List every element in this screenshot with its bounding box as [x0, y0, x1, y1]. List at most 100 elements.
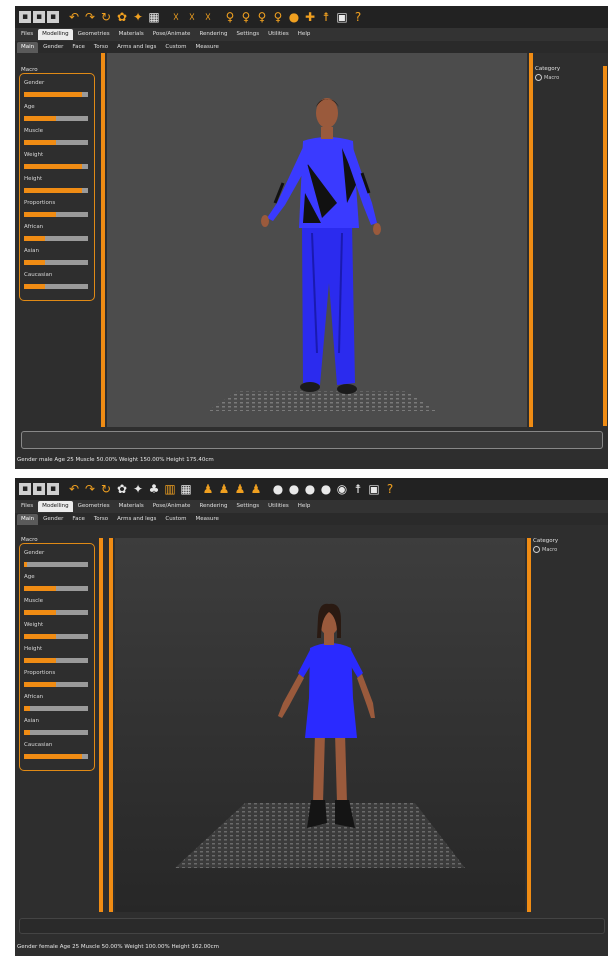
slider-track[interactable]: [24, 260, 88, 265]
slider-african[interactable]: African: [20, 222, 94, 246]
camera-top-icon[interactable]: ●: [271, 482, 285, 496]
camera-back-icon[interactable]: ♀: [223, 10, 237, 24]
globe-icon[interactable]: ◉: [335, 482, 349, 496]
background-icon[interactable]: ♣: [147, 482, 161, 496]
slider-track[interactable]: [24, 284, 88, 289]
subtab-face[interactable]: Face: [68, 42, 88, 53]
slider-gender[interactable]: Gender: [20, 78, 94, 102]
slider-track[interactable]: [24, 92, 88, 97]
new-icon[interactable]: ▪: [19, 483, 31, 495]
tab-utilities[interactable]: Utilities: [264, 501, 293, 512]
slider-gender[interactable]: Gender: [20, 548, 94, 572]
tab-modelling[interactable]: Modelling: [38, 29, 73, 40]
tab-files[interactable]: Files: [17, 501, 37, 512]
camera-bottom-icon[interactable]: ●: [287, 10, 301, 24]
left-splitter[interactable]: [99, 538, 103, 912]
subtab-measure[interactable]: Measure: [192, 514, 223, 525]
right-splitter[interactable]: [529, 53, 533, 427]
new-icon[interactable]: ▪: [19, 11, 31, 23]
log-area[interactable]: [19, 918, 605, 934]
tab-utilities[interactable]: Utilities: [264, 29, 293, 40]
pose-icon[interactable]: ☓: [185, 10, 199, 24]
grab-icon[interactable]: ✚: [303, 10, 317, 24]
slider-track[interactable]: [24, 730, 88, 735]
slider-muscle[interactable]: Muscle: [20, 596, 94, 620]
slider-caucasian[interactable]: Caucasian: [20, 270, 94, 294]
smooth-icon[interactable]: ✿: [115, 10, 129, 24]
viewport-3d[interactable]: [107, 53, 527, 427]
slider-track[interactable]: [24, 188, 88, 193]
subtab-gender[interactable]: Gender: [39, 514, 67, 525]
slider-track[interactable]: [24, 116, 88, 121]
slider-track[interactable]: [24, 212, 88, 217]
wireframe-icon[interactable]: ✦: [131, 10, 145, 24]
subtab-torso[interactable]: Torso: [90, 514, 112, 525]
slider-proportions[interactable]: Proportions: [20, 668, 94, 692]
subtab-torso[interactable]: Torso: [90, 42, 112, 53]
tab-geometries[interactable]: Geometries: [74, 29, 114, 40]
slider-track[interactable]: [24, 610, 88, 615]
slider-track[interactable]: [24, 682, 88, 687]
redo-icon[interactable]: ↷: [83, 482, 97, 496]
left-splitter[interactable]: [101, 53, 105, 427]
undo-icon[interactable]: ↶: [67, 10, 81, 24]
camera-front-icon[interactable]: ♟: [201, 482, 215, 496]
reset-icon[interactable]: ↻: [99, 10, 113, 24]
tab-settings[interactable]: Settings: [233, 29, 264, 40]
tab-files[interactable]: Files: [17, 29, 37, 40]
help-icon[interactable]: ?: [351, 10, 365, 24]
subtab-arms-legs[interactable]: Arms and legs: [113, 42, 160, 53]
slider-asian[interactable]: Asian: [20, 246, 94, 270]
subtab-gender[interactable]: Gender: [39, 42, 67, 53]
redo-icon[interactable]: ↷: [83, 10, 97, 24]
category-item-macro[interactable]: Macro: [535, 74, 605, 81]
background-icon[interactable]: ▦: [147, 10, 161, 24]
pose-figure-icon[interactable]: ☨: [319, 10, 333, 24]
tab-rendering[interactable]: Rendering: [195, 29, 231, 40]
slider-track[interactable]: [24, 706, 88, 711]
wireframe-icon[interactable]: ✦: [131, 482, 145, 496]
reset-icon[interactable]: ↻: [99, 482, 113, 496]
export-icon[interactable]: ▪: [47, 11, 59, 23]
subtab-face[interactable]: Face: [68, 514, 88, 525]
subtab-main[interactable]: Main: [17, 513, 39, 525]
slider-african[interactable]: African: [20, 692, 94, 716]
viewport-3d[interactable]: [115, 538, 525, 912]
category-item-macro[interactable]: Macro: [533, 546, 603, 553]
slider-track[interactable]: [24, 140, 88, 145]
tab-settings[interactable]: Settings: [233, 501, 264, 512]
tab-geometries[interactable]: Geometries: [74, 501, 114, 512]
camera-front-icon[interactable]: ☓: [201, 10, 215, 24]
smooth-icon[interactable]: ✿: [115, 482, 129, 496]
slider-height[interactable]: Height: [20, 174, 94, 198]
save-icon[interactable]: ▪: [33, 483, 45, 495]
light-icon[interactable]: ●: [319, 482, 333, 496]
slider-track[interactable]: [24, 164, 88, 169]
slider-muscle[interactable]: Muscle: [20, 126, 94, 150]
slider-track[interactable]: [24, 586, 88, 591]
camera-right-icon[interactable]: ♟: [249, 482, 263, 496]
help-icon[interactable]: ?: [383, 482, 397, 496]
slider-height[interactable]: Height: [20, 644, 94, 668]
save-icon[interactable]: ▪: [33, 11, 45, 23]
slider-track[interactable]: [24, 236, 88, 241]
camera-back-icon[interactable]: ♟: [217, 482, 231, 496]
pose-icon[interactable]: ▦: [179, 482, 193, 496]
grab-icon[interactable]: ●: [303, 482, 317, 496]
tab-help[interactable]: Help: [294, 29, 315, 40]
subtab-custom[interactable]: Custom: [161, 42, 190, 53]
tab-help[interactable]: Help: [294, 501, 315, 512]
camera-right-icon[interactable]: ♀: [255, 10, 269, 24]
tab-pose-animate[interactable]: Pose/Animate: [149, 29, 195, 40]
screenshot-icon[interactable]: ▣: [367, 482, 381, 496]
subtab-arms-legs[interactable]: Arms and legs: [113, 514, 160, 525]
slider-track[interactable]: [24, 754, 88, 759]
camera-bottom-icon[interactable]: ●: [287, 482, 301, 496]
slider-weight[interactable]: Weight: [20, 150, 94, 174]
slider-age[interactable]: Age: [20, 102, 94, 126]
tab-materials[interactable]: Materials: [115, 501, 148, 512]
skeleton-icon[interactable]: ☓: [169, 10, 183, 24]
slider-age[interactable]: Age: [20, 572, 94, 596]
subtab-main[interactable]: Main: [17, 41, 39, 53]
skeleton-icon[interactable]: ▥: [163, 482, 177, 496]
